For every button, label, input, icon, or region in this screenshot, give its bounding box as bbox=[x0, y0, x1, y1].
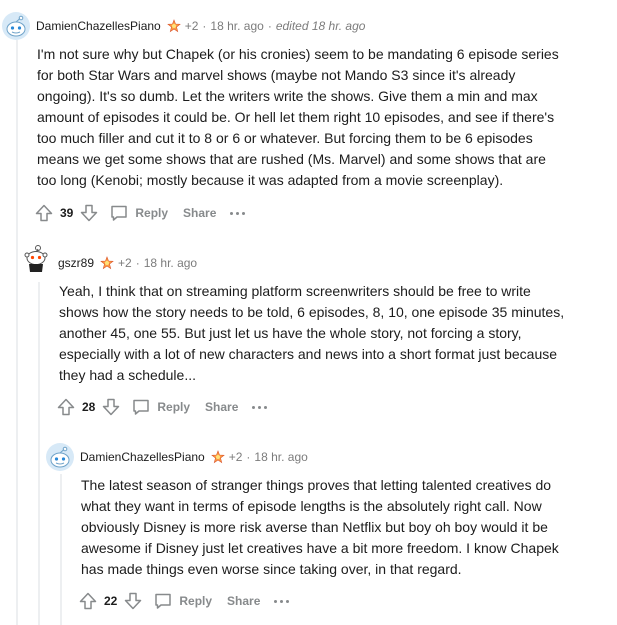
comment-line: especially with a lot of new characters … bbox=[59, 346, 558, 362]
comment-line: they had a schedule... bbox=[59, 367, 196, 383]
award-icon[interactable] bbox=[100, 256, 114, 270]
comment-bubble-icon bbox=[155, 593, 172, 609]
comment-line: shows how the story needs to be told, 6 … bbox=[59, 304, 565, 320]
comment-line: another 45, one 55. But just let us have… bbox=[59, 325, 522, 341]
thread-line-2[interactable] bbox=[38, 282, 40, 625]
comment-line: for both Star Wars and marvel shows (may… bbox=[37, 67, 516, 83]
comment-line: I'm not sure why but Chapek (or his cron… bbox=[37, 46, 559, 62]
comment-body: I'm not sure why but Chapek (or his cron… bbox=[37, 44, 607, 191]
comment-line: what they want in terms of episode lengt… bbox=[81, 498, 542, 514]
reply-label: Reply bbox=[179, 594, 213, 608]
comment-time[interactable]: 18 hr. ago bbox=[210, 19, 263, 33]
more-options-icon[interactable] bbox=[230, 208, 248, 218]
comment-line: obviously Disney is more risk averse tha… bbox=[81, 519, 548, 535]
award-count[interactable]: +2 bbox=[229, 450, 243, 464]
vote-score: 28 bbox=[82, 400, 96, 414]
thread-line-1[interactable] bbox=[16, 40, 18, 625]
comment-line: means we get some shows that are rushed … bbox=[37, 151, 546, 167]
meta-separator: · bbox=[246, 450, 251, 464]
avatar[interactable] bbox=[22, 243, 50, 272]
meta-separator: · bbox=[135, 256, 140, 270]
comment-body: The latest season of stranger things pro… bbox=[81, 475, 611, 580]
comment-author[interactable]: gszr89 bbox=[58, 256, 94, 270]
reply-button[interactable]: Reply bbox=[131, 397, 190, 417]
share-button[interactable]: Share bbox=[205, 400, 238, 414]
comment-actions: 39 Reply Share bbox=[34, 201, 248, 225]
more-options-icon[interactable] bbox=[274, 596, 292, 606]
comment-body: Yeah, I think that on streaming platform… bbox=[59, 281, 609, 386]
comment-line: has made things even worse since taking … bbox=[81, 561, 462, 577]
reply-label: Reply bbox=[157, 400, 191, 414]
award-icon[interactable] bbox=[210, 450, 225, 464]
comment-actions: 22 Reply Share bbox=[78, 589, 292, 613]
comment-time[interactable]: 18 hr. ago bbox=[254, 450, 307, 464]
award-count[interactable]: +2 bbox=[185, 19, 199, 33]
upvote-icon[interactable] bbox=[34, 203, 54, 223]
meta-separator: · bbox=[202, 19, 207, 33]
avatar[interactable] bbox=[46, 443, 74, 471]
comment-bubble-icon bbox=[111, 205, 128, 221]
comment-bubble-icon bbox=[133, 399, 150, 415]
comment-line: too much filler and cut it to 8 or 6 or … bbox=[37, 130, 533, 146]
upvote-icon[interactable] bbox=[56, 397, 76, 417]
award-count[interactable]: +2 bbox=[118, 256, 132, 270]
comment-line: ongoing). It's so dumb. Let the writers … bbox=[37, 88, 538, 104]
comment-line: awesome if Disney just let creatives hav… bbox=[81, 540, 559, 556]
more-options-icon[interactable] bbox=[252, 402, 270, 412]
vote-score: 39 bbox=[60, 206, 74, 220]
thread-line-3[interactable] bbox=[60, 474, 62, 625]
upvote-icon[interactable] bbox=[78, 591, 98, 611]
avatar[interactable] bbox=[2, 12, 30, 40]
comment-line: Yeah, I think that on streaming platform… bbox=[59, 283, 531, 299]
meta-separator: · bbox=[267, 19, 272, 33]
comment-time[interactable]: 18 hr. ago bbox=[144, 256, 197, 270]
vote-score: 22 bbox=[104, 594, 118, 608]
reply-label: Reply bbox=[135, 206, 169, 220]
comment-line: amount of episodes it could be. Or hell … bbox=[37, 109, 555, 125]
comment-actions: 28 Reply Share bbox=[56, 395, 270, 419]
comment-author[interactable]: DamienChazellesPiano bbox=[36, 19, 161, 33]
reply-button[interactable]: Reply bbox=[153, 591, 212, 611]
comment-line: The latest season of stranger things pro… bbox=[81, 477, 552, 493]
downvote-icon[interactable] bbox=[79, 203, 99, 223]
downvote-icon[interactable] bbox=[101, 397, 121, 417]
edited-label: edited 18 hr. ago bbox=[275, 19, 366, 33]
share-button[interactable]: Share bbox=[227, 594, 260, 608]
comment-line: too long (Kenobi; mostly because it was … bbox=[37, 172, 504, 188]
downvote-icon[interactable] bbox=[123, 591, 143, 611]
share-button[interactable]: Share bbox=[183, 206, 216, 220]
award-icon[interactable] bbox=[166, 19, 181, 33]
comment-author[interactable]: DamienChazellesPiano bbox=[80, 450, 205, 464]
reply-button[interactable]: Reply bbox=[109, 203, 168, 223]
